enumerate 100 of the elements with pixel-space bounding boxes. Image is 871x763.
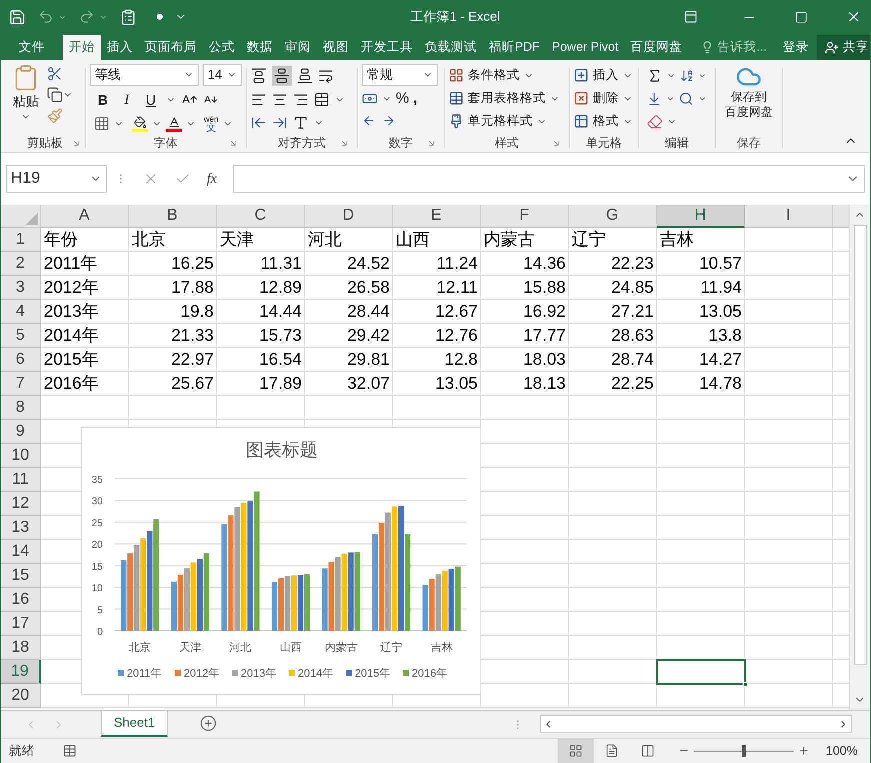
table-cell[interactable]: 11.94 [657, 276, 745, 300]
form-icon[interactable] [120, 8, 137, 26]
table-cell[interactable]: 山西 [393, 228, 481, 252]
table-cell[interactable]: 28.63 [569, 324, 657, 348]
percent-button[interactable]: % [396, 88, 410, 110]
table-cell[interactable]: 22.25 [569, 372, 657, 396]
table-cell[interactable]: 28.74 [569, 348, 657, 372]
scroll-thumb[interactable] [854, 225, 867, 665]
zoom-slider-thumb[interactable] [742, 745, 746, 757]
row-header[interactable]: 17 [1, 612, 41, 636]
styles-menu-button[interactable]: 套用表格格式 [449, 87, 565, 110]
orientation-icon[interactable] [293, 115, 309, 131]
insert-function-button[interactable]: fx [207, 168, 218, 190]
table-cell[interactable]: 2013年 [41, 300, 129, 324]
align-right-icon[interactable] [293, 92, 309, 108]
ribbon-display-icon[interactable] [684, 10, 698, 24]
table-cell[interactable]: 2016年 [41, 372, 129, 396]
phonetic-button[interactable]: wén 文 [204, 115, 219, 133]
row-header[interactable]: 11 [1, 468, 41, 492]
dialog-launcher-icon[interactable] [552, 139, 561, 148]
align-top-icon[interactable] [251, 68, 267, 84]
selected-cell[interactable] [657, 660, 745, 684]
table-cell[interactable]: 21.33 [129, 324, 217, 348]
new-sheet-icon[interactable] [200, 715, 218, 732]
number-format-field[interactable]: 常规 [362, 64, 438, 86]
zoom-level[interactable]: 100% [826, 742, 858, 760]
table-cell[interactable]: 26.58 [305, 276, 393, 300]
row-header[interactable]: 16 [1, 588, 41, 612]
align-left-icon[interactable] [251, 92, 267, 108]
table-cell[interactable]: 25.67 [129, 372, 217, 396]
formula-input[interactable] [233, 165, 865, 193]
ribbon-tab[interactable]: 页面布局 [139, 35, 203, 60]
sign-in-link[interactable]: 登录 [775, 35, 818, 60]
styles-menu-button[interactable]: 条件格式 [449, 64, 565, 87]
table-cell[interactable]: 天津 [217, 228, 305, 252]
align-center-icon[interactable] [272, 92, 288, 108]
table-cell[interactable]: 29.81 [305, 348, 393, 372]
cells-menu-button[interactable]: 删除 [574, 87, 634, 110]
decrease-indent-icon[interactable] [251, 115, 267, 131]
table-cell[interactable]: 19.8 [129, 300, 217, 324]
decrease-decimal-icon[interactable] [382, 114, 396, 128]
column-header[interactable]: D [305, 205, 393, 228]
table-cell[interactable]: 2011年 [41, 252, 129, 276]
macro-record-icon[interactable] [63, 744, 77, 758]
table-cell[interactable]: 14.78 [657, 372, 745, 396]
maximize-icon[interactable] [795, 10, 808, 24]
table-cell[interactable]: 18.03 [481, 348, 569, 372]
row-header[interactable]: 14 [1, 540, 41, 564]
font-size-field[interactable]: 14 [202, 64, 242, 86]
ribbon-tab[interactable]: 福昕PDF [483, 35, 546, 60]
column-header[interactable]: I [745, 205, 833, 228]
column-header[interactable]: B [129, 205, 217, 228]
paste-button[interactable]: 粘贴 [9, 64, 43, 124]
table-cell[interactable]: 17.89 [217, 372, 305, 396]
column-header[interactable]: C [217, 205, 305, 228]
fill-color-icon[interactable] [132, 116, 148, 132]
row-header[interactable]: 2 [1, 252, 41, 276]
dialog-launcher-icon[interactable] [340, 139, 349, 148]
font-color-icon[interactable] [166, 116, 182, 132]
table-cell[interactable]: 2015年 [41, 348, 129, 372]
styles-menu-button[interactable]: 单元格样式 [449, 110, 565, 133]
table-cell[interactable]: 15.88 [481, 276, 569, 300]
italic-button[interactable]: I [118, 90, 136, 110]
table-cell[interactable]: 北京 [129, 228, 217, 252]
table-cell[interactable]: 内蒙古 [481, 228, 569, 252]
cut-icon[interactable] [47, 66, 63, 82]
share-button[interactable]: 共享 [817, 35, 870, 60]
row-header[interactable]: 19 [1, 660, 41, 684]
column-header[interactable]: A [41, 205, 129, 228]
table-cell[interactable]: 14.27 [657, 348, 745, 372]
ribbon-tab[interactable]: 负载测试 [419, 35, 483, 60]
table-cell[interactable]: 14.36 [481, 252, 569, 276]
table-cell[interactable]: 28.44 [305, 300, 393, 324]
table-cell[interactable]: 12.76 [393, 324, 481, 348]
ribbon-tab[interactable]: Power Pivot [546, 35, 625, 60]
table-cell[interactable]: 13.05 [657, 300, 745, 324]
table-cell[interactable]: 22.97 [129, 348, 217, 372]
tell-me-field[interactable]: 告诉我... [692, 35, 776, 60]
table-cell[interactable]: 22.23 [569, 252, 657, 276]
table-cell[interactable]: 2014年 [41, 324, 129, 348]
row-header[interactable]: 10 [1, 444, 41, 468]
table-cell[interactable]: 29.42 [305, 324, 393, 348]
table-cell[interactable]: 12.89 [217, 276, 305, 300]
table-cell[interactable]: 10.57 [657, 252, 745, 276]
row-header[interactable]: 3 [1, 276, 41, 300]
dialog-launcher-icon[interactable] [229, 139, 238, 148]
row-header[interactable]: 18 [1, 636, 41, 660]
align-middle-icon[interactable] [274, 68, 290, 84]
chart-area[interactable]: 图表标题 0 5 10 15 20 25 30 35 北京 天津 河北 山西 内蒙古 辽宁 吉林 2011年 2012年 2013年 2014年 2015年 2016年 [81, 427, 481, 695]
table-cell[interactable]: 辽宁 [569, 228, 657, 252]
ribbon-tab[interactable]: 视图 [317, 35, 355, 60]
row-header[interactable]: 5 [1, 324, 41, 348]
sheet-tab[interactable]: Sheet1 [101, 711, 168, 737]
dialog-launcher-icon[interactable] [427, 139, 436, 148]
table-cell[interactable]: 11.24 [393, 252, 481, 276]
find-icon[interactable] [679, 90, 694, 106]
fill-icon[interactable] [647, 90, 662, 106]
increase-decimal-icon[interactable] [362, 114, 376, 128]
fill-handle[interactable] [743, 682, 748, 687]
zoom-in-icon[interactable] [798, 745, 810, 757]
